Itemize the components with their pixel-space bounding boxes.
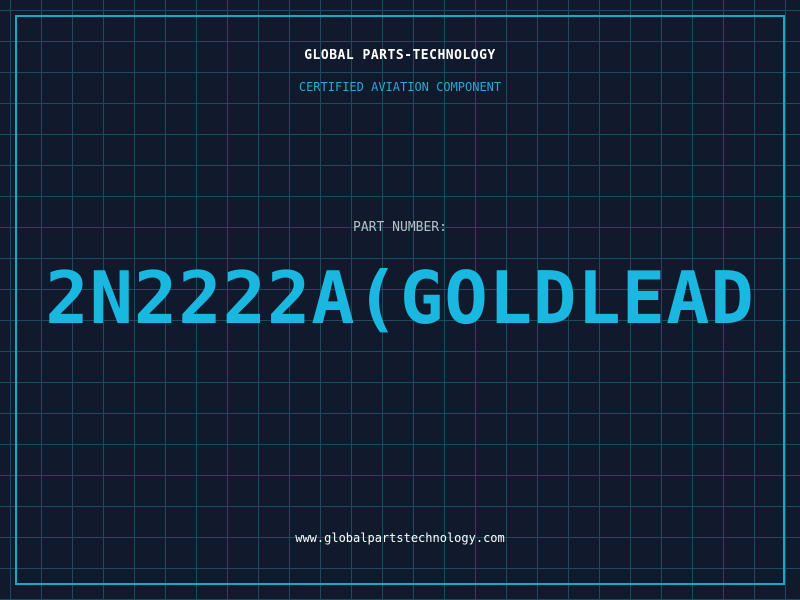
certification-tagline: CERTIFIED AVIATION COMPONENT (298, 80, 502, 94)
company-name: GLOBAL PARTS-TECHNOLOGY (304, 48, 496, 63)
part-number-label: PART NUMBER: (353, 220, 447, 235)
website-url: www.globalpartstechnology.com (295, 531, 505, 545)
part-number-value: 2N2222A(GOLDLEAD (45, 256, 755, 340)
part-card: GLOBAL PARTS-TECHNOLOGY CERTIFIED AVIATI… (0, 0, 800, 600)
